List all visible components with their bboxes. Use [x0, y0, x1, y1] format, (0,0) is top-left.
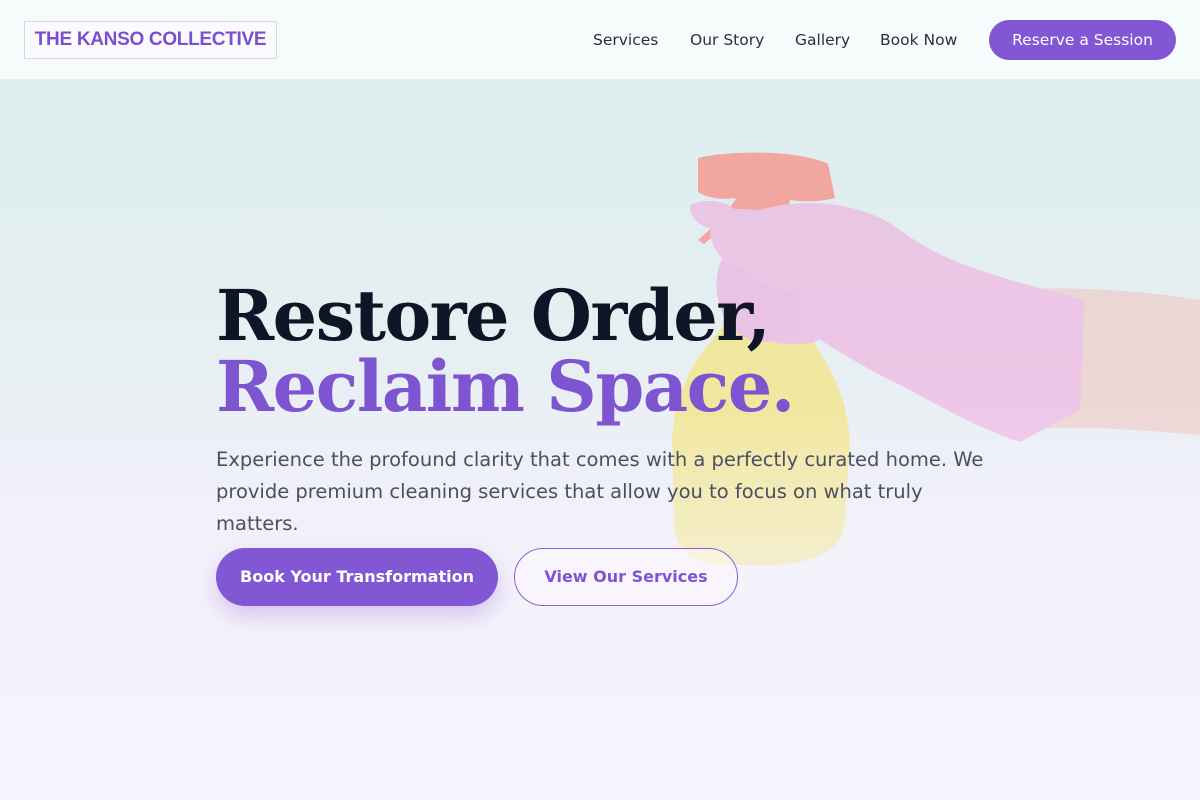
book-transformation-button[interactable]: Book Your Transformation: [216, 548, 498, 606]
view-services-button[interactable]: View Our Services: [514, 548, 738, 606]
hero-section: Restore Order, Reclaim Space. Experience…: [0, 80, 1200, 800]
hero-headline-line1: Restore Order,: [216, 274, 771, 357]
nav-link-book-now[interactable]: Book Now: [880, 30, 957, 50]
nav-link-our-story[interactable]: Our Story: [690, 30, 764, 50]
nav-link-services[interactable]: Services: [593, 30, 658, 50]
hero-overlay: [0, 80, 1200, 800]
hero-subtext: Experience the profound clarity that com…: [216, 448, 984, 535]
hero-headline-line2: Reclaim Space.: [216, 345, 795, 428]
site-header: THE KANSO COLLECTIVE Services Our Story …: [0, 0, 1200, 80]
reserve-session-button[interactable]: Reserve a Session: [989, 20, 1176, 60]
brand-logo[interactable]: THE KANSO COLLECTIVE: [24, 21, 277, 59]
nav-link-gallery[interactable]: Gallery: [795, 30, 850, 50]
